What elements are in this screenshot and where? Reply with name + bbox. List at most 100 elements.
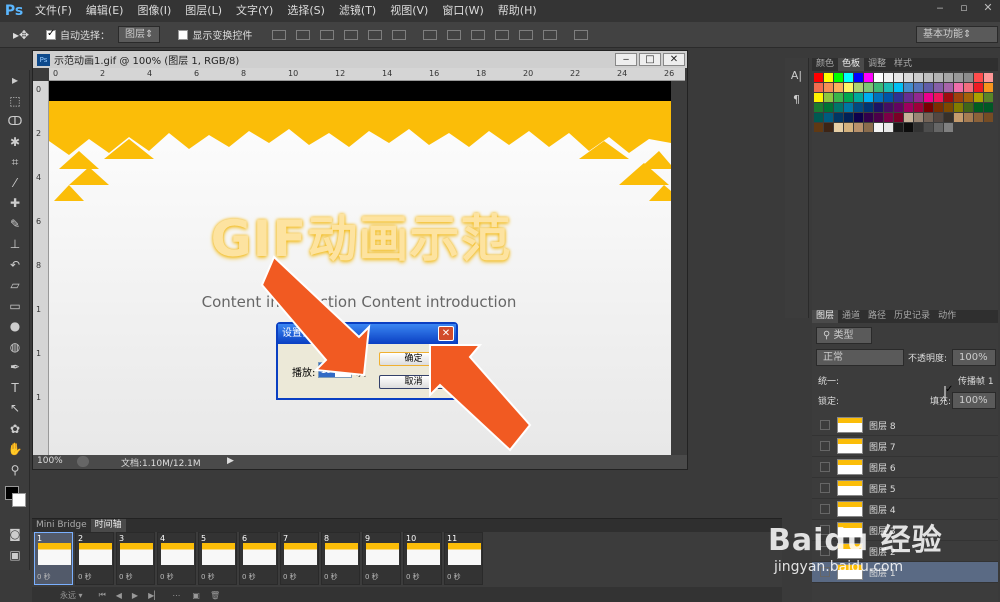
swatch[interactable] (854, 103, 863, 112)
tab-styles[interactable]: 样式 (890, 58, 916, 71)
align-hcenter-icon[interactable] (368, 29, 383, 40)
clone-stamp-tool-icon[interactable]: ⊥ (0, 234, 30, 255)
swatch[interactable] (844, 113, 853, 122)
eraser-tool-icon[interactable]: ▱ (0, 275, 30, 296)
animation-frame[interactable]: 1 0 秒 (34, 532, 73, 585)
frame-delay[interactable]: 0 秒 (242, 572, 256, 582)
move-tool-icon[interactable]: ▸✥ (4, 28, 38, 42)
swatch[interactable] (974, 73, 983, 82)
swatch[interactable] (814, 93, 823, 102)
swatch[interactable] (964, 73, 973, 82)
swatch[interactable] (824, 113, 833, 122)
frame-delay[interactable]: 0 秒 (119, 572, 133, 582)
frame-delay[interactable]: 0 秒 (406, 572, 420, 582)
workspace-dropdown[interactable]: 基本功能 ⇕ (916, 26, 998, 43)
swatch[interactable] (884, 73, 893, 82)
swatch[interactable] (974, 93, 983, 102)
swatch[interactable] (874, 73, 883, 82)
swatch[interactable] (854, 93, 863, 102)
swatch[interactable] (844, 83, 853, 92)
swatch[interactable] (904, 103, 913, 112)
tab-channels[interactable]: 通道 (838, 310, 864, 323)
frame-delay[interactable]: 0 秒 (160, 572, 174, 582)
align-left-icon[interactable] (344, 29, 359, 40)
menu-view[interactable]: 视图(V) (383, 0, 435, 22)
menu-type[interactable]: 文字(Y) (229, 0, 280, 22)
auto-select-dropdown[interactable]: 图层 ⇕ (118, 26, 161, 43)
swatch[interactable] (954, 103, 963, 112)
swatch[interactable] (984, 73, 993, 82)
close-icon[interactable]: ✕ (976, 0, 1000, 16)
dodge-tool-icon[interactable]: ◍ (0, 337, 30, 358)
swatch[interactable] (964, 83, 973, 92)
tab-paths[interactable]: 路径 (864, 310, 890, 323)
visibility-toggle[interactable] (820, 420, 830, 430)
status-arrow-icon[interactable]: ▶ (227, 456, 234, 466)
frame-delay[interactable]: 0 秒 (37, 572, 51, 582)
tab-history[interactable]: 历史记录 (890, 310, 934, 323)
layer-row[interactable]: 图层 6 (812, 457, 998, 478)
menu-edit[interactable]: 编辑(E) (79, 0, 131, 22)
align-top-icon[interactable] (272, 29, 287, 40)
duplicate-frame-icon[interactable]: ▣ (192, 591, 200, 600)
swatch[interactable] (954, 83, 963, 92)
swatch[interactable] (874, 123, 883, 132)
doc-minimize-icon[interactable]: ‒ (615, 53, 637, 66)
swatch[interactable] (834, 73, 843, 82)
tab-adjustments[interactable]: 调整 (864, 58, 890, 71)
distribute-vcenter-icon[interactable] (447, 29, 462, 40)
swatch[interactable] (814, 123, 823, 132)
marquee-tool-icon[interactable]: ⬚ (0, 91, 30, 112)
swatch[interactable] (864, 93, 873, 102)
swatch[interactable] (944, 93, 953, 102)
swatch[interactable] (914, 93, 923, 102)
animation-frame[interactable]: 11 0 秒 (444, 532, 483, 585)
animation-frame[interactable]: 9 0 秒 (362, 532, 401, 585)
swatch[interactable] (874, 83, 883, 92)
color-swatches-icon[interactable] (0, 480, 30, 524)
crop-tool-icon[interactable]: ⌗ (0, 152, 30, 173)
swatch[interactable] (814, 113, 823, 122)
visibility-toggle[interactable] (820, 504, 830, 514)
swatch[interactable] (954, 93, 963, 102)
visibility-toggle[interactable] (820, 462, 830, 472)
swatch[interactable] (954, 113, 963, 122)
swatch[interactable] (814, 103, 823, 112)
menu-window[interactable]: 窗口(W) (435, 0, 490, 22)
swatch[interactable] (924, 103, 933, 112)
swatch[interactable] (924, 73, 933, 82)
swatch[interactable] (884, 103, 893, 112)
tween-icon[interactable]: ⋯ (172, 591, 180, 600)
layer-row[interactable]: 图层 7 (812, 436, 998, 457)
swatch[interactable] (834, 83, 843, 92)
swatch[interactable] (984, 83, 993, 92)
frame-delay[interactable]: 0 秒 (283, 572, 297, 582)
opacity-input[interactable]: 100% (952, 349, 996, 366)
show-transform-checkbox[interactable] (178, 29, 189, 40)
swatch[interactable] (844, 123, 853, 132)
layer-row[interactable]: 图层 5 (812, 478, 998, 499)
swatch[interactable] (974, 113, 983, 122)
delete-frame-icon[interactable]: 🗑 (210, 591, 220, 600)
next-frame-icon[interactable]: ▶▏ (148, 591, 160, 600)
swatch[interactable] (864, 83, 873, 92)
align-right-icon[interactable] (392, 29, 407, 40)
swatch[interactable] (954, 73, 963, 82)
swatch[interactable] (974, 83, 983, 92)
frame-delay[interactable]: 0 秒 (365, 572, 379, 582)
distribute-hcenter-icon[interactable] (519, 29, 534, 40)
history-brush-tool-icon[interactable]: ↶ (0, 255, 30, 276)
magic-wand-tool-icon[interactable]: ✱ (0, 132, 30, 153)
character-panel-icon[interactable]: A| (785, 64, 808, 88)
zoom-tool-icon[interactable]: ⚲ (0, 460, 30, 481)
distribute-top-icon[interactable] (423, 29, 438, 40)
maximize-icon[interactable]: ▫ (952, 0, 976, 16)
distribute-left-icon[interactable] (495, 29, 510, 40)
swatch[interactable] (834, 123, 843, 132)
swatch[interactable] (864, 103, 873, 112)
swatch[interactable] (924, 113, 933, 122)
swatch[interactable] (934, 113, 943, 122)
type-tool-icon[interactable]: T (0, 378, 30, 399)
layer-row[interactable]: 图层 8 (812, 415, 998, 436)
swatch[interactable] (834, 93, 843, 102)
